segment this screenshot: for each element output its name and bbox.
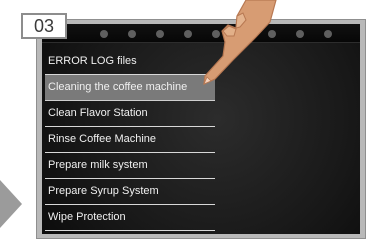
status-icon — [296, 30, 304, 38]
step-number: 03 — [33, 16, 55, 36]
menu-item-label: Clean Flavor Station — [48, 107, 148, 119]
step-badge: 03 — [21, 13, 67, 39]
menu-item-label: Cleaning the coffee machine — [48, 81, 188, 93]
menu-item-clean-flavor-station[interactable]: Clean Flavor Station — [45, 101, 215, 127]
menu-item-label: Prepare Syrup System — [48, 185, 159, 197]
pointing-hand-icon — [203, 0, 277, 85]
menu-item-label: Prepare milk system — [48, 159, 148, 171]
menu-item-label: Wipe Protection — [48, 211, 126, 223]
menu-item-wipe-protection[interactable]: Wipe Protection — [45, 205, 215, 231]
menu-item-prepare-syrup-system[interactable]: Prepare Syrup System — [45, 179, 215, 205]
right-arrow-icon — [0, 180, 22, 228]
menu-item-prepare-milk-system[interactable]: Prepare milk system — [45, 153, 215, 179]
status-icon — [128, 30, 136, 38]
status-icon — [324, 30, 332, 38]
menu-item-label: ERROR LOG files — [48, 55, 137, 67]
status-icon — [156, 30, 164, 38]
menu-item-rinse-coffee-machine[interactable]: Rinse Coffee Machine — [45, 127, 215, 153]
menu-item-label: Rinse Coffee Machine — [48, 133, 157, 145]
status-icon — [100, 30, 108, 38]
